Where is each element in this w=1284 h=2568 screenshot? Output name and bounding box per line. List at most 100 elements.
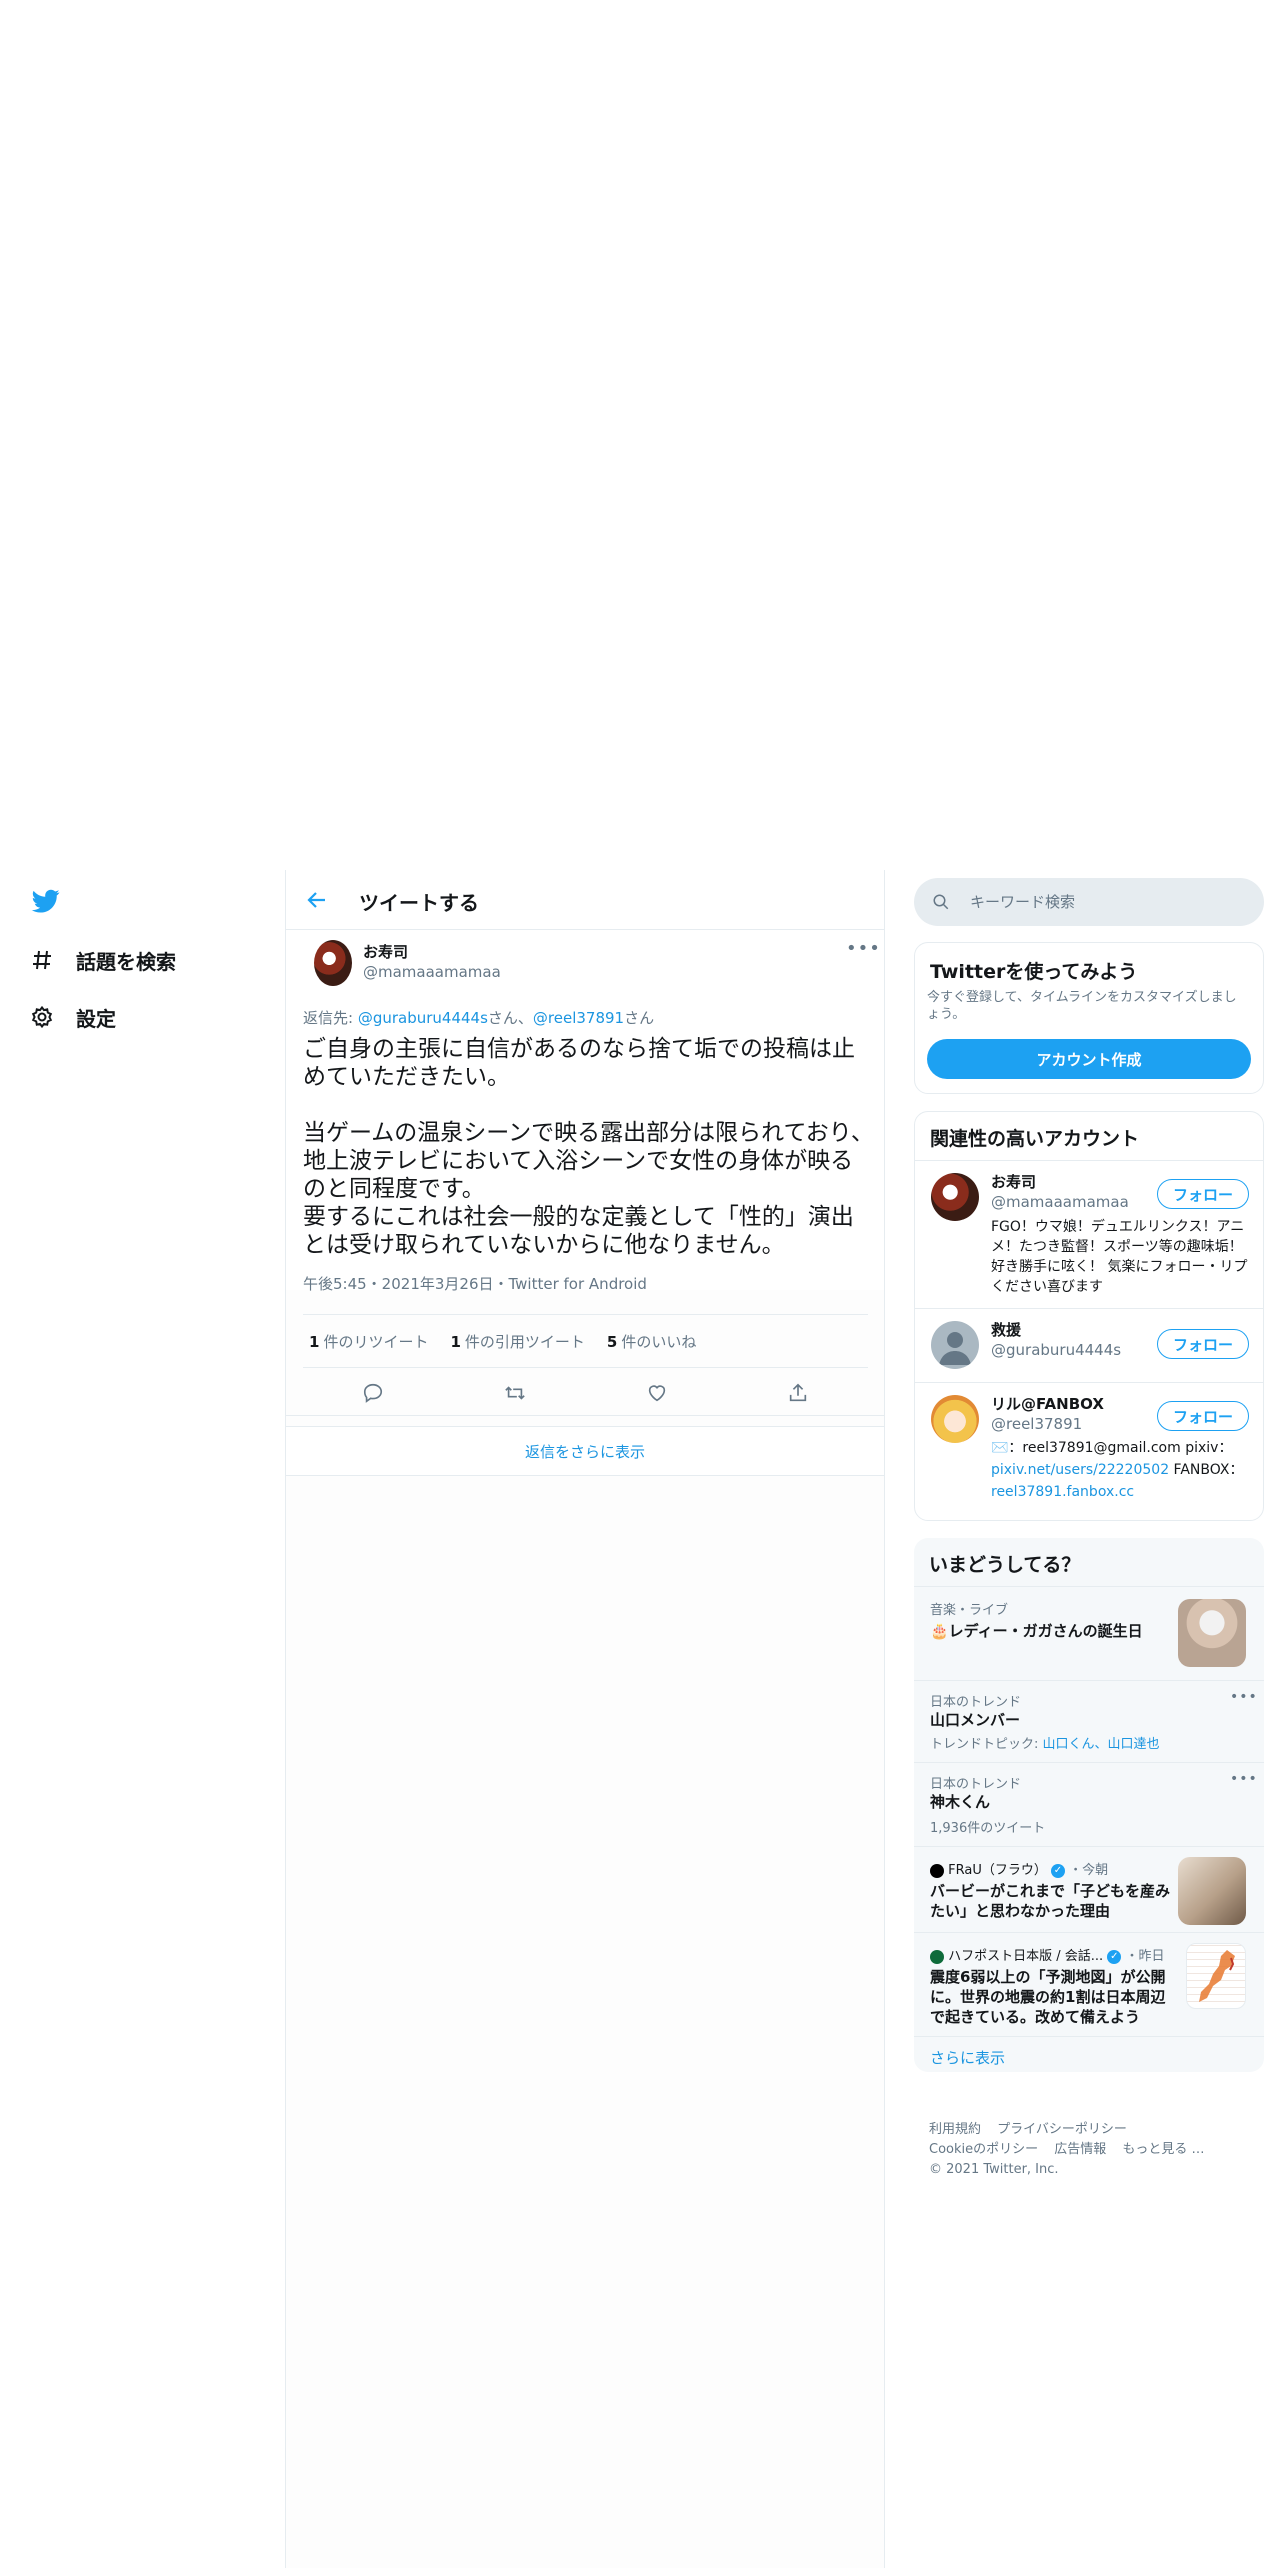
trend-item[interactable]: 日本のトレンド 山口メンバー トレンドトピック: 山口くん、山口達也 ••• <box>914 1680 1264 1762</box>
trend-item[interactable]: 日本のトレンド 神木くん 1,936件のツイート ••• <box>914 1762 1264 1846</box>
footer-link-more[interactable]: もっと見る … <box>1122 2142 1204 2157</box>
like-count[interactable]: 5 件のいいね <box>607 1331 696 1352</box>
tweet-timestamp[interactable]: 午後5:45・2021年3月26日・Twitter for Android <box>303 1273 647 1294</box>
page-header: ツイートする <box>286 870 884 930</box>
tweet: お寿司 @mamaaamamaa ••• 返信先: @guraburu4444s… <box>286 930 884 1403</box>
footer: 利用規約 プライバシーポリシー Cookieのポリシー 広告情報 もっと見る …… <box>929 2120 1217 2180</box>
source-logo-icon <box>930 1863 944 1878</box>
footer-link-privacy[interactable]: プライバシーポリシー <box>997 2122 1127 2137</box>
trend-category: 音楽・ライブ <box>930 1603 1009 1618</box>
signup-button[interactable]: アカウント作成 <box>927 1039 1251 1079</box>
bio-link[interactable]: reel37891.fanbox.cc <box>991 1484 1134 1500</box>
verified-badge-icon: ✓ <box>1051 1863 1065 1878</box>
user-card[interactable]: 救援 @guraburu4444s フォロー <box>915 1308 1263 1382</box>
user-bio: ✉️：reel37891@gmail.com pixiv： pixiv.net/u… <box>991 1437 1253 1503</box>
trend-sub-prefix: トレンドトピック: <box>930 1737 1043 1752</box>
twitter-bird-icon[interactable] <box>30 887 62 915</box>
user-handle: @reel37891 <box>991 1415 1083 1433</box>
user-card[interactable]: リル@FANBOX @reel37891 フォロー ✉️：reel37891@g… <box>915 1382 1263 1520</box>
more-options-icon[interactable]: ••• <box>1230 1771 1258 1787</box>
footer-copyright: © 2021 Twitter, Inc. <box>929 2162 1059 2177</box>
verified-badge-icon: ✓ <box>1107 1949 1122 1964</box>
like-icon[interactable] <box>646 1382 668 1404</box>
quote-count[interactable]: 1 件の引用ツイート <box>450 1331 584 1352</box>
nav-item-settings[interactable]: 設定 <box>30 997 116 1037</box>
avatar[interactable] <box>931 1173 979 1221</box>
follow-button[interactable]: フォロー <box>1157 1401 1249 1431</box>
more-options-icon[interactable]: ••• <box>1230 1689 1258 1705</box>
reply-prefix: 返信先: <box>303 1009 358 1027</box>
back-arrow-icon[interactable] <box>304 888 330 912</box>
more-options-icon[interactable]: ••• <box>846 938 881 959</box>
default-avatar-icon <box>939 1332 971 1365</box>
retweet-count[interactable]: 1 件のリツイート <box>309 1331 428 1352</box>
reply-suffix: さん <box>624 1009 655 1027</box>
trend-thumbnail <box>1178 1599 1246 1667</box>
footer-row: 利用規約 プライバシーポリシー <box>929 2120 1217 2140</box>
share-icon[interactable] <box>787 1382 809 1404</box>
avatar[interactable] <box>314 940 352 986</box>
nav-item-explore[interactable]: 話題を検索 <box>30 940 176 980</box>
bio-text: ✉️：reel37891@gmail.com pixiv： <box>991 1440 1233 1456</box>
bio-text: FANBOX： <box>1169 1462 1244 1478</box>
user-handle: @mamaaamamaa <box>991 1193 1129 1211</box>
user-card[interactable]: お寿司 @mamaaamamaa フォロー FGO！ウマ娘！デュエルリンクス！ア… <box>915 1160 1263 1308</box>
news-item[interactable]: ハフポスト日本版 / 会話... ✓ ・昨日 震度6弱以上の「予測地図」が公開に… <box>914 1932 1264 2036</box>
bio-link[interactable]: pixiv.net/users/22220502 <box>991 1462 1169 1478</box>
follow-button[interactable]: フォロー <box>1157 1179 1249 1209</box>
retweet-icon[interactable] <box>503 1382 527 1404</box>
page-title: ツイートする <box>359 891 479 915</box>
like-number: 5 <box>606 1332 618 1351</box>
nav-item-label: 設定 <box>76 1006 116 1031</box>
trend-name: 神木くん <box>930 1793 991 1811</box>
main-column: ツイートする お寿司 @mamaaamamaa ••• 返信先: @gurabu… <box>285 870 885 2568</box>
signup-title: Twitterを使ってみよう <box>930 961 1138 983</box>
trend-subtitle: トレンドトピック: 山口くん、山口達也 <box>930 1733 1160 1752</box>
news-thumbnail <box>1186 1943 1246 2009</box>
news-source-name: FRaU（フラウ） <box>948 1863 1047 1878</box>
user-bio: FGO！ウマ娘！デュエルリンクス！アニメ！たつき監督！スポーツ等の趣味垢！ 好き… <box>991 1219 1248 1295</box>
show-more-trends[interactable]: さらに表示 <box>914 2036 1264 2072</box>
like-label: 件のいいね <box>621 1332 697 1351</box>
news-source-name: ハフポスト日本版 / 会話... <box>948 1949 1104 1964</box>
reply-to: 返信先: @guraburu4444sさん、@reel37891さん <box>303 1007 654 1028</box>
news-item[interactable]: FRaU（フラウ） ✓ ・今朝 バービーがこれまで「子どもを産みたい」と思わなか… <box>914 1846 1264 1932</box>
source-logo-icon <box>930 1949 944 1964</box>
user-name[interactable]: 救援 <box>991 1319 1021 1340</box>
reply-user-link[interactable]: @guraburu4444s <box>358 1009 488 1027</box>
search-box <box>914 878 1264 926</box>
trend-name: 山口メンバー <box>930 1711 1021 1729</box>
tweet-actions <box>303 1368 868 1418</box>
footer-link-ads[interactable]: 広告情報 <box>1054 2142 1106 2157</box>
show-more-link[interactable]: さらに表示 <box>930 2047 1005 2068</box>
tweet-author-handle[interactable]: @mamaaamamaa <box>363 963 501 981</box>
search-input[interactable] <box>970 890 1240 914</box>
user-name[interactable]: リル@FANBOX <box>991 1393 1104 1414</box>
avatar[interactable] <box>931 1395 979 1443</box>
trends-card: いまどうしてる？ 音楽・ライブ 🎂レディー・ガガさんの誕生日 日本のトレンド 山… <box>914 1538 1264 2072</box>
reply-icon[interactable] <box>362 1382 384 1404</box>
trend-topic-link[interactable]: 山口くん、山口達也 <box>1043 1737 1160 1752</box>
footer-link-cookies[interactable]: Cookieのポリシー <box>929 2142 1038 2157</box>
map-thumbnail-icon <box>1199 1950 1235 2002</box>
show-more-replies-button[interactable]: 返信をさらに表示 <box>286 1426 884 1476</box>
tweet-text: ご自身の主張に自信があるのなら捨て垢での投稿は止めていただきたい。 当ゲームの温… <box>303 1036 874 1258</box>
trend-item[interactable]: 音楽・ライブ 🎂レディー・ガガさんの誕生日 <box>914 1586 1264 1680</box>
quote-number: 1 <box>450 1332 461 1351</box>
signup-description: 今すぐ登録して、タイムラインをカスタマイズしましょう。 <box>927 990 1237 1022</box>
user-name[interactable]: お寿司 <box>991 1171 1036 1192</box>
reply-mid: さん、 <box>487 1009 533 1027</box>
follow-button[interactable]: フォロー <box>1157 1329 1249 1359</box>
news-time: ・昨日 <box>1125 1949 1165 1964</box>
news-thumbnail <box>1178 1857 1246 1925</box>
reply-user-link[interactable]: @reel37891 <box>533 1009 624 1027</box>
news-headline: バービーがこれまで「子どもを産みたい」と思わなかった理由 <box>930 1882 1171 1920</box>
hashtag-icon <box>33 950 51 970</box>
quote-label: 件の引用ツイート <box>464 1332 585 1351</box>
retweet-number: 1 <box>309 1332 320 1351</box>
footer-link-terms[interactable]: 利用規約 <box>929 2122 981 2137</box>
gear-icon <box>31 1005 53 1029</box>
tweet-author-name[interactable]: お寿司 <box>363 941 408 962</box>
divider <box>286 1415 884 1416</box>
avatar[interactable] <box>931 1321 979 1369</box>
